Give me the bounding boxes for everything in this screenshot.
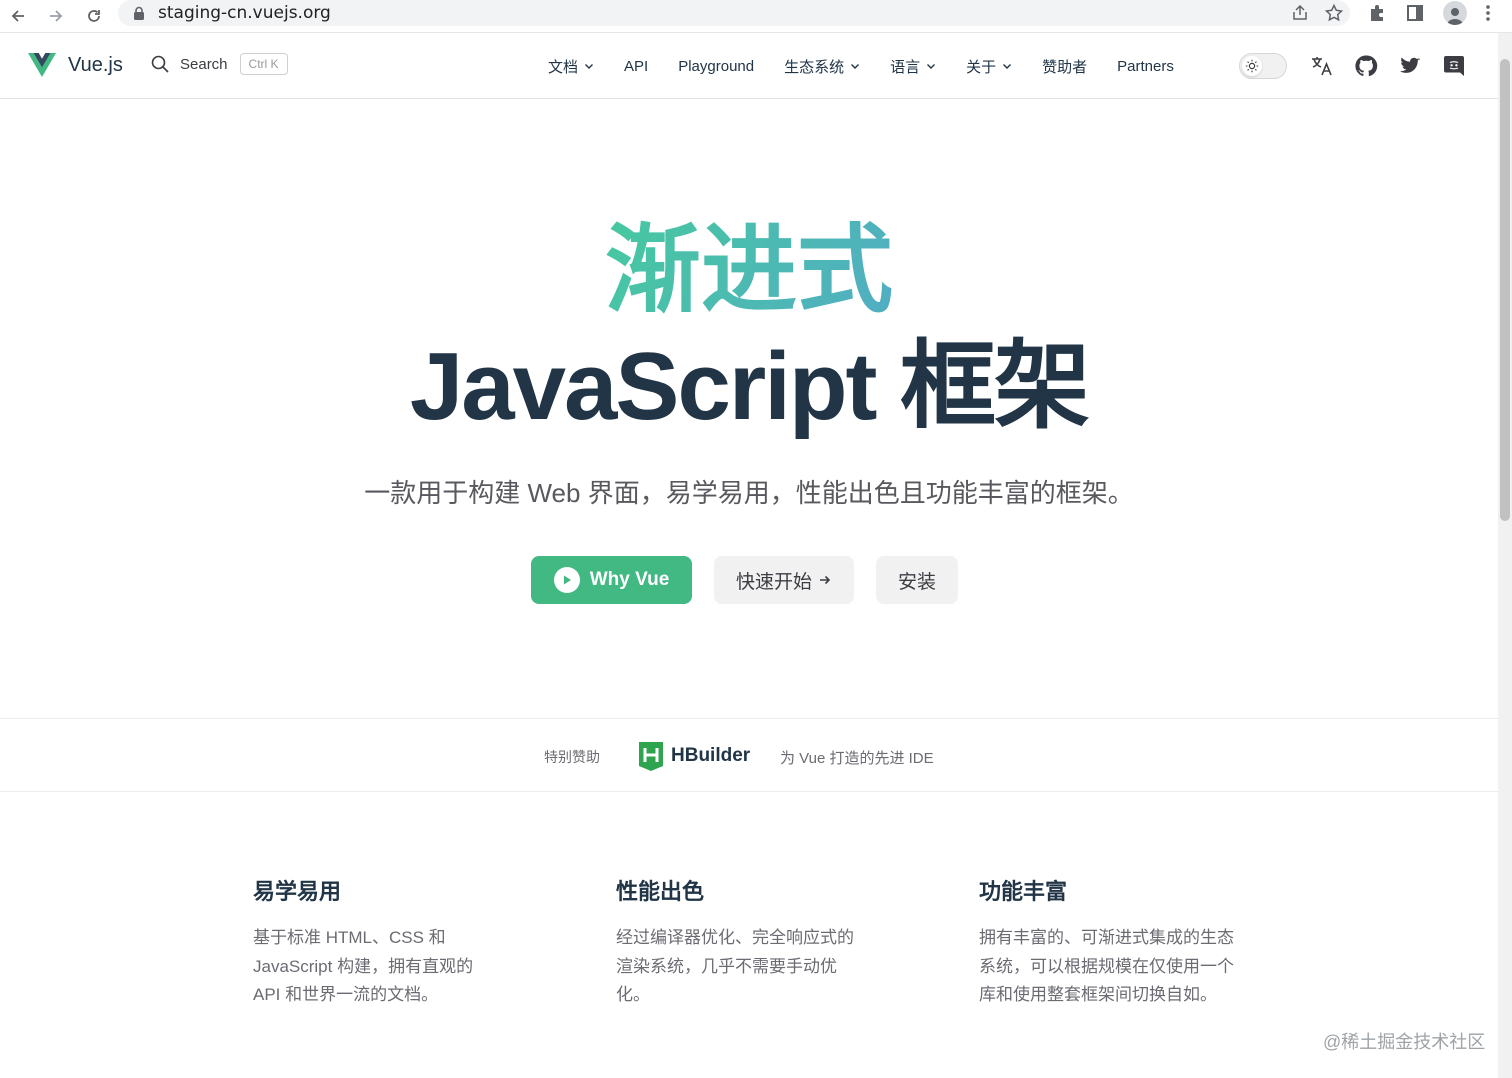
nav-item-api[interactable]: API xyxy=(624,58,648,75)
feature-text: 经过编译器优化、完全响应式的渲染系统，几乎不需要手动优化。 xyxy=(616,928,854,1004)
theme-toggle-knob xyxy=(1242,56,1262,76)
nav-item-about[interactable]: 关于 xyxy=(966,56,1012,77)
feature-title: 性能出色 xyxy=(616,879,705,904)
sponsor-name: HBuilder xyxy=(671,745,751,766)
hero-description: 一款用于构建 Web 界面，易学易用，性能出色且功能丰富的框架。 xyxy=(364,478,1134,508)
back-arrow-icon[interactable] xyxy=(4,2,32,30)
profile-icon[interactable] xyxy=(1443,1,1467,25)
search-label: Search xyxy=(180,55,228,73)
quick-start-label: 快速开始 xyxy=(735,571,812,593)
search-shortcut-badge: Ctrl K xyxy=(239,53,288,75)
feature-title: 功能丰富 xyxy=(979,879,1068,904)
nav-item-language[interactable]: 语言 xyxy=(890,56,936,77)
feature-text: 拥有丰富的、可渐进式集成的生态系统，可以根据规模在仅使用一个库和使用整套框架间切… xyxy=(979,928,1234,1004)
arrow-right-icon xyxy=(820,575,831,585)
watermark-text: @稀土掘金技术社区 xyxy=(1323,1032,1486,1052)
nav-item-label: 文档 xyxy=(548,58,579,76)
search-icon xyxy=(151,55,169,73)
discord-icon[interactable] xyxy=(1442,54,1466,78)
nav-item-label: API xyxy=(624,57,649,75)
chevron-down-icon xyxy=(1003,64,1012,69)
feature-text: 基于标准 HTML、CSS 和 JavaScript 构建，拥有直观的 API … xyxy=(253,928,474,1004)
star-icon[interactable] xyxy=(1324,3,1344,23)
vue-logo-icon xyxy=(28,53,56,77)
search-button[interactable]: Search Ctrl K xyxy=(150,53,288,75)
nav-item-ecosystem[interactable]: 生态系统 xyxy=(784,56,860,77)
theme-toggle[interactable] xyxy=(1239,53,1287,79)
sponsor-label: 特别赞助 xyxy=(544,749,600,765)
page-scrollbar[interactable] xyxy=(1498,33,1512,1078)
why-vue-label: Why Vue xyxy=(589,569,670,590)
brand-link[interactable]: Vue.js xyxy=(28,52,123,78)
forward-arrow-icon[interactable] xyxy=(42,2,70,30)
nav-menu: 文档 API Playground 生态系统 语言 关于 赞助者 Partner… xyxy=(548,33,1204,99)
nav-item-label: Playground xyxy=(678,57,755,75)
chevron-down-icon xyxy=(851,64,860,69)
chevron-down-icon xyxy=(585,64,594,69)
lock-icon xyxy=(134,6,144,20)
chevron-down-icon xyxy=(927,64,936,69)
nav-item-playground[interactable]: Playground xyxy=(678,58,754,75)
address-bar[interactable]: staging-cn.vuejs.org xyxy=(118,0,1350,26)
hbuilder-logo-icon xyxy=(639,742,663,771)
feature-title: 易学易用 xyxy=(253,879,342,904)
nav-item-partners[interactable]: Partners xyxy=(1117,58,1174,75)
nav-item-label: 语言 xyxy=(890,58,921,76)
special-sponsor-bar: 特别赞助 HBuilder 为 Vue 打造的先进 IDE xyxy=(0,718,1498,792)
kebab-menu-icon[interactable] xyxy=(1485,3,1491,23)
hero-tagline: 渐进式 xyxy=(0,218,1498,324)
sidepanel-icon[interactable] xyxy=(1405,3,1425,23)
hero-title: JavaScript 框架 xyxy=(409,333,1090,440)
sun-icon xyxy=(1245,59,1259,73)
site-navbar: Vue.js Search Ctrl K 文档 API Playground 生… xyxy=(0,33,1498,99)
browser-toolbar: staging-cn.vuejs.org xyxy=(0,0,1512,33)
nav-item-docs[interactable]: 文档 xyxy=(548,56,594,77)
feature-approachable: 易学易用 基于标准 HTML、CSS 和 JavaScript 构建，拥有直观的… xyxy=(253,874,498,1010)
scrollbar-thumb[interactable] xyxy=(1500,59,1510,521)
url-text: staging-cn.vuejs.org xyxy=(158,3,331,23)
nav-item-sponsors[interactable]: 赞助者 xyxy=(1042,56,1087,77)
hbuilder-link[interactable]: HBuilder xyxy=(637,740,750,772)
translate-icon[interactable] xyxy=(1310,54,1334,78)
nav-item-label: 赞助者 xyxy=(1042,58,1088,76)
feature-versatile: 功能丰富 拥有丰富的、可渐进式集成的生态系统，可以根据规模在仅使用一个库和使用整… xyxy=(979,874,1235,1010)
hero-actions: Why Vue 快速开始 安装 xyxy=(531,556,958,604)
reload-icon[interactable] xyxy=(80,2,108,30)
puzzle-icon[interactable] xyxy=(1367,3,1387,23)
quick-start-button[interactable]: 快速开始 xyxy=(714,556,854,604)
install-button[interactable]: 安装 xyxy=(876,556,958,604)
nav-item-label: 关于 xyxy=(966,58,997,76)
play-icon xyxy=(553,567,580,593)
sponsor-tagline: 为 Vue 打造的先进 IDE xyxy=(780,750,934,767)
why-vue-button[interactable]: Why Vue xyxy=(531,556,692,604)
github-icon[interactable] xyxy=(1354,54,1378,78)
social-links xyxy=(1310,54,1466,78)
brand-title: Vue.js xyxy=(68,53,123,76)
nav-item-label: Partners xyxy=(1117,57,1174,75)
feature-performant: 性能出色 经过编译器优化、完全响应式的渲染系统，几乎不需要手动优化。 xyxy=(616,874,861,1010)
install-label: 安装 xyxy=(897,571,936,593)
nav-item-label: 生态系统 xyxy=(784,58,845,76)
share-icon[interactable] xyxy=(1290,3,1310,23)
twitter-icon[interactable] xyxy=(1398,54,1422,78)
